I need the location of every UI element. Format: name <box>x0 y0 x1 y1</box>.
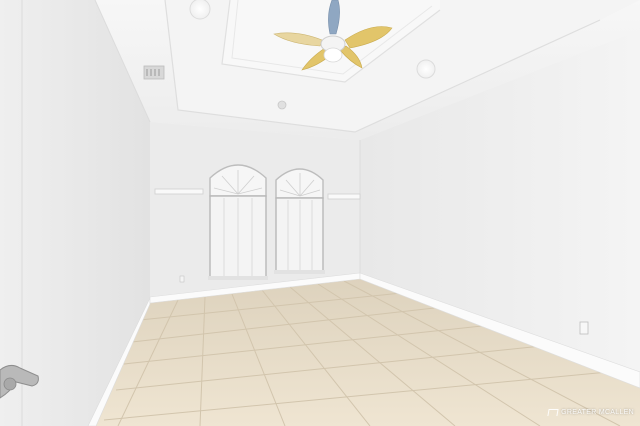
recessed-light-2 <box>416 59 436 79</box>
watermark-text: GREATER MCALLEN <box>561 409 634 416</box>
wall-shelf-right <box>327 193 361 200</box>
window-right <box>274 168 325 274</box>
wall-shelf-left <box>154 188 204 195</box>
ac-vent <box>143 65 165 80</box>
window-left <box>208 164 268 280</box>
empty-room-illustration <box>0 0 640 426</box>
wall-outlet-right <box>579 321 589 335</box>
smoke-detector <box>277 100 287 110</box>
wall-outlet-back <box>179 275 185 283</box>
watermark: GREATER MCALLEN <box>547 409 634 416</box>
photo-scene: GREATER MCALLEN <box>0 0 640 426</box>
watermark-logo-icon <box>547 409 559 416</box>
recessed-light-1 <box>189 0 211 20</box>
